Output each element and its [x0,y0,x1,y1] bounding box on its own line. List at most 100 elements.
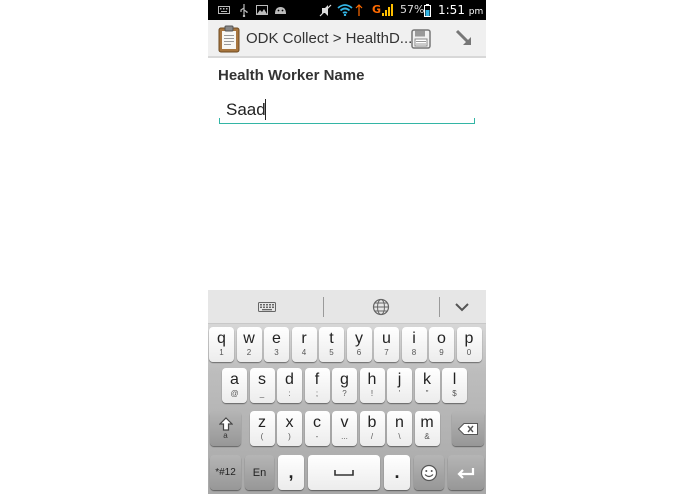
key-b[interactable]: b / [359,411,385,446]
key-g[interactable]: g? [332,368,357,403]
key-t[interactable]: t5 [319,327,344,362]
key-label: z [258,414,266,431]
key-v[interactable]: v... [332,411,357,446]
enter-icon [448,455,484,490]
key-n[interactable]: n \ [387,411,412,446]
key-label: v [340,414,349,431]
signal-icon [382,3,394,17]
key-label: i [412,330,416,347]
soft-keyboard: q1 w2 e3 r4 t5 y6 u7 i8 o9 p0 a @ s _ d: f… [208,290,486,494]
key-label: t [329,330,334,347]
comma-key[interactable]: , [278,455,304,490]
mute-icon [319,3,332,17]
key-sublabel: 0 [466,348,472,357]
key-sublabel: 8 [411,348,417,357]
key-f[interactable]: f; [304,368,330,403]
key-z[interactable]: z( [249,411,275,446]
android-icon [274,3,287,17]
period-key[interactable]: . [384,455,410,490]
key-d[interactable]: d: [277,368,302,403]
key-label: d [285,371,294,388]
key-c[interactable]: c- [304,411,330,446]
key-sublabel: ' [398,389,401,398]
transfer-icon [355,3,363,17]
key-label: q [217,330,226,347]
emoji-key[interactable] [414,455,444,490]
period-label: . [394,462,400,482]
save-icon[interactable] [410,28,432,50]
backspace-icon [452,411,484,446]
key-sublabel: : [288,389,291,398]
key-sublabel: 7 [384,348,389,357]
shift-icon: a [210,411,241,446]
key-sublabel: ; [315,389,319,398]
space-icon [308,455,380,490]
health-worker-name-input[interactable] [219,96,475,124]
key-h[interactable]: h! [359,368,385,403]
keyboard-toolbar [208,290,486,324]
key-i[interactable]: i8 [401,327,427,362]
key-a[interactable]: a @ [222,368,247,403]
key-s[interactable]: s _ [249,368,275,403]
key-q[interactable]: q1 [209,327,234,362]
key-p[interactable]: p0 [456,327,482,362]
key-sublabel: - [315,432,319,441]
language-key[interactable]: En [245,455,274,490]
key-label: o [437,330,446,347]
key-sublabel: 9 [439,348,444,357]
key-sublabel: ... [341,432,348,441]
navigate-icon[interactable] [454,28,476,50]
text-caret [265,99,266,120]
key-x[interactable]: x) [277,411,302,446]
language-label: En [252,466,267,479]
key-label: c [313,414,321,431]
key-sublabel: 6 [356,348,362,357]
key-label: m [420,414,434,431]
key-u[interactable]: u7 [374,327,399,362]
emoji-icon [414,455,444,490]
wifi-icon [337,3,353,17]
key-sublabel: ) [288,432,291,441]
key-e[interactable]: e3 [264,327,289,362]
key-y[interactable]: y6 [346,327,372,362]
symbols-label: *#12 [215,467,236,478]
toolbar-divider [323,297,324,317]
question-label: Health Worker Name [218,67,365,84]
key-sublabel: 3 [274,348,279,357]
key-label: e [272,330,281,347]
enter-key[interactable] [448,455,484,490]
key-label: s [258,371,266,388]
space-key[interactable] [308,455,380,490]
key-o[interactable]: o9 [429,327,454,362]
backspace-key[interactable] [452,411,484,446]
symbols-key[interactable]: *#12 [210,455,241,490]
key-sublabel: ! [370,389,374,398]
chevron-down-icon[interactable] [451,298,473,316]
key-sublabel: 5 [329,348,334,357]
shift-key[interactable]: a [210,411,241,446]
image-icon [256,3,268,17]
key-label: g [340,371,349,388]
key-j[interactable]: j ' [387,368,412,403]
key-label: a [230,371,239,388]
key-sublabel: 4 [301,348,307,357]
clock: 1:51 pm [438,3,483,19]
key-label: x [285,414,294,431]
comma-label: , [288,462,294,482]
battery-percent: 57% [400,3,425,16]
key-r[interactable]: r4 [291,327,317,362]
key-k[interactable]: k " [414,368,440,403]
globe-icon[interactable] [370,298,392,316]
keyboard-icon[interactable] [256,298,278,316]
clipboard-icon[interactable] [218,25,240,53]
key-m[interactable]: m & [414,411,440,446]
key-sublabel: & [424,432,430,441]
key-label: k [423,371,431,388]
key-w[interactable]: w2 [236,327,262,362]
key-sublabel: 2 [246,348,252,357]
usb-icon [240,3,248,17]
key-sublabel: @ [230,389,239,398]
key-l[interactable]: l $ [442,368,467,403]
shift-sublabel: a [223,430,228,440]
app-title: ODK Collect > HealthD... [246,30,413,47]
